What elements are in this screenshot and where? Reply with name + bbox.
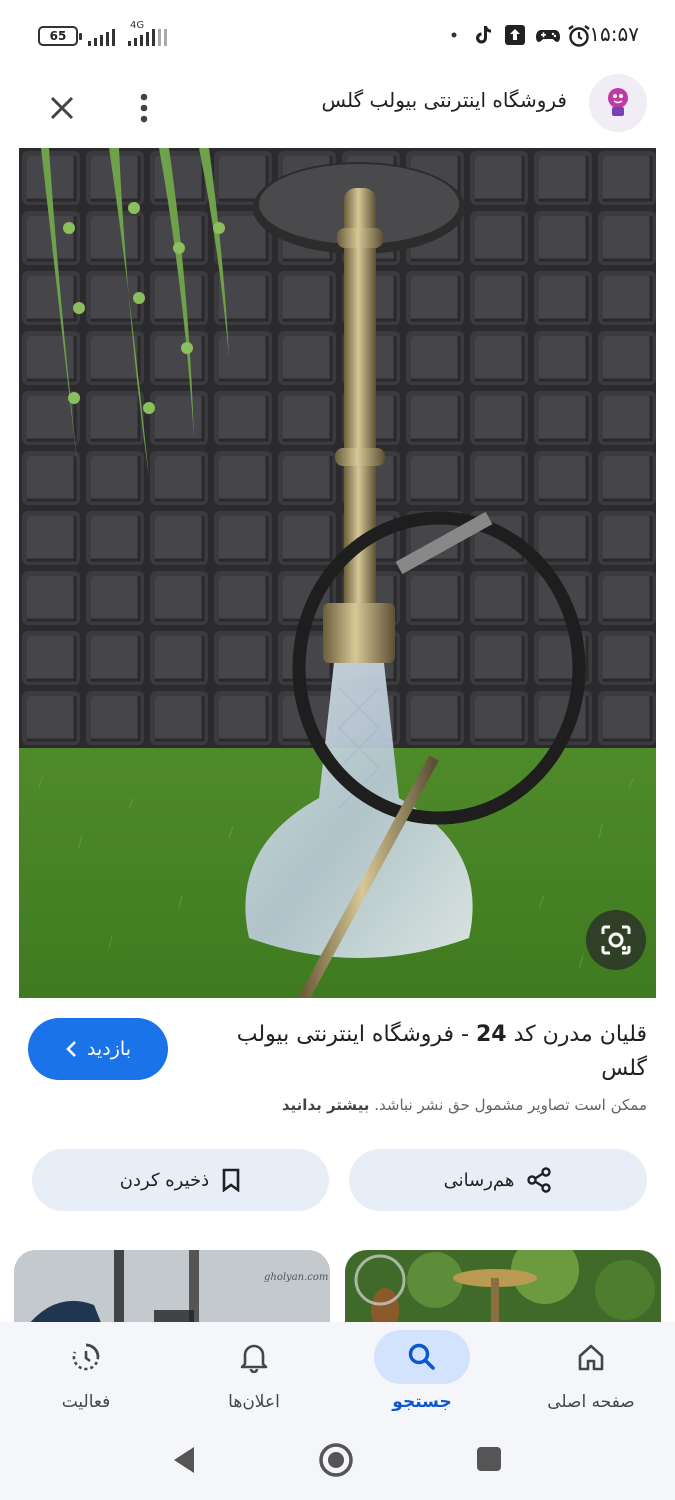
nav-notifications-pill: [206, 1330, 302, 1384]
source-site-title[interactable]: فروشگاه اینترنتی بیولب گلس: [321, 88, 567, 112]
site-logo[interactable]: [589, 74, 647, 132]
lens-icon: [601, 925, 631, 955]
learn-more-link[interactable]: بیشتر بدانید: [282, 1096, 370, 1114]
visit-button[interactable]: بازدید: [28, 1018, 168, 1080]
dot-icon: [446, 23, 470, 47]
home-circle-icon: [319, 1443, 353, 1477]
result-title-code: 24: [475, 1022, 507, 1047]
close-icon: [50, 96, 74, 120]
more-options-button[interactable]: [118, 82, 170, 134]
game-icon: [535, 23, 560, 47]
chevron-left-icon: [66, 1041, 76, 1057]
viewer-header: فروشگاه اینترنتی بیولب گلس: [0, 72, 675, 148]
result-title-prefix: قلیان مدرن کد: [506, 1022, 647, 1047]
related-image-left[interactable]: gholyan.com: [14, 1250, 330, 1330]
save-button[interactable]: ذخیره کردن: [32, 1149, 329, 1211]
back-triangle-icon: [174, 1447, 194, 1473]
system-recents-button[interactable]: [474, 1444, 504, 1474]
nav-home-pill: [543, 1330, 639, 1384]
nav-search-label: جستجو: [392, 1392, 452, 1412]
system-navigation: [0, 1432, 675, 1500]
related-image-right[interactable]: [345, 1250, 661, 1330]
visit-label: بازدید: [87, 1038, 131, 1060]
hookah-photo: [19, 148, 656, 998]
system-home-button[interactable]: [316, 1440, 356, 1480]
tiktok-icon: [471, 23, 495, 47]
bookmark-icon: [222, 1168, 240, 1192]
system-back-button[interactable]: [166, 1442, 202, 1478]
related-photo-right: [345, 1250, 661, 1330]
result-title[interactable]: قلیان مدرن کد 24 - فروشگاه اینترنتی بیول…: [197, 1018, 647, 1086]
copyright-note: ممکن است تصاویر مشمول حق نشر نباشد. بیشت…: [47, 1096, 647, 1114]
search-icon: [408, 1343, 435, 1370]
more-vert-icon: [140, 93, 148, 123]
nav-activity-label: فعالیت: [61, 1392, 111, 1412]
copyright-text: ممکن است تصاویر مشمول حق نشر نباشد.: [374, 1096, 647, 1114]
nav-activity[interactable]: فعالیت: [2, 1322, 170, 1432]
share-label: هم‌رسانی: [443, 1169, 515, 1191]
main-image[interactable]: [19, 148, 656, 998]
nav-home-label: صفحه اصلی: [547, 1392, 635, 1412]
save-label: ذخیره کردن: [119, 1169, 210, 1191]
watermark-text: gholyan.com: [264, 1272, 329, 1283]
status-bar: 65 4G ۱۵:۵۷: [0, 0, 675, 72]
nav-search[interactable]: جستجو: [338, 1322, 506, 1432]
activity-icon: [72, 1343, 100, 1371]
related-photo-left: [14, 1250, 330, 1330]
nav-search-pill: [374, 1330, 470, 1384]
share-icon: [527, 1167, 552, 1193]
recents-square-icon: [477, 1447, 501, 1471]
google-lens-button[interactable]: [586, 910, 646, 970]
battery-indicator: 65: [38, 26, 82, 46]
nav-notifications-label: اعلان‌ها: [228, 1392, 280, 1412]
home-icon: [578, 1344, 604, 1371]
signal-strength-icon: [88, 28, 115, 46]
bottom-navigation: صفحه اصلی جستجو اعلان‌ها فعالیت: [0, 1322, 675, 1432]
signal-strength-2-icon: [128, 28, 167, 46]
alarm-icon: [566, 23, 590, 47]
bulb-logo-icon: [608, 88, 628, 116]
nav-activity-pill: [38, 1330, 134, 1384]
upload-icon: [503, 23, 527, 47]
nav-home[interactable]: صفحه اصلی: [507, 1322, 675, 1432]
share-button[interactable]: هم‌رسانی: [349, 1149, 647, 1211]
clock: ۱۵:۵۷: [589, 22, 639, 46]
close-button[interactable]: [36, 82, 88, 134]
bell-icon: [240, 1344, 268, 1373]
nav-notifications[interactable]: اعلان‌ها: [170, 1322, 338, 1432]
